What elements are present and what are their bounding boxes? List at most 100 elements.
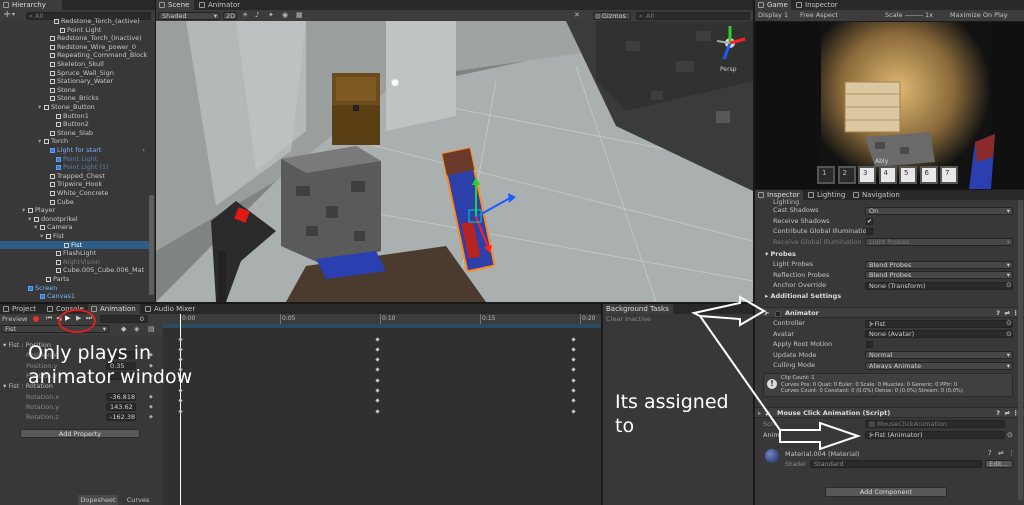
hierarchy-item[interactable]: Parts — [0, 275, 149, 284]
tab-project[interactable]: Project — [0, 304, 42, 314]
tab-scene[interactable]: Scene — [156, 0, 194, 10]
hidden-objects-icon[interactable]: ◉ — [282, 11, 288, 19]
keyframe[interactable] — [570, 347, 576, 352]
display-dropdown[interactable]: Display 1 — [758, 11, 788, 19]
property-object-field[interactable]: None (Avatar) — [865, 330, 1013, 338]
object-picker-icon[interactable]: ⊙ — [1006, 281, 1012, 289]
keyframe[interactable] — [374, 347, 380, 352]
timeline-ruler[interactable]: 0:00 0:05 0:10 0:15 0:20 — [163, 314, 601, 324]
property-object-field[interactable]: None (Transform) — [865, 281, 1013, 290]
object-picker-icon[interactable]: ⊙ — [1006, 330, 1012, 338]
keyframe[interactable] — [374, 336, 380, 342]
script-enable-checkbox[interactable]: ✔ — [765, 409, 770, 420]
object-picker-icon[interactable]: ⊙ — [1006, 319, 1012, 327]
hierarchy-item[interactable]: ▾ Stone_Button — [0, 103, 149, 112]
property-dropdown[interactable]: Normal ▾ — [865, 351, 1013, 359]
shading-dropdown[interactable]: Shaded ▾ — [158, 11, 220, 20]
hierarchy-item[interactable]: Trapped_Chest — [0, 172, 149, 181]
animated-property-value[interactable]: -162.38 — [106, 413, 136, 422]
bottom-tab-curves[interactable]: Curves — [120, 495, 156, 505]
hierarchy-item[interactable]: Button1 — [0, 112, 149, 121]
hierarchy-item[interactable]: NightVision — [0, 258, 149, 267]
edit-shader-button[interactable]: Edit... — [985, 460, 1013, 468]
tab-animator[interactable]: Animator — [196, 0, 244, 10]
add-component-button[interactable]: Add Component — [825, 487, 947, 497]
grid-icon[interactable]: ▦ — [296, 11, 303, 19]
keyframe[interactable] — [570, 357, 576, 362]
hierarchy-item[interactable]: Point Light — [0, 155, 149, 164]
scale-slider[interactable] — [905, 15, 923, 16]
scene-search-input[interactable]: ⌕ All — [636, 11, 750, 20]
hierarchy-item[interactable]: Redstone_Wire_power_0 — [0, 43, 149, 52]
animated-property[interactable]: Rotation.z -162.38 ◆ — [0, 412, 163, 422]
property-object-field[interactable]: ⊱Fist — [865, 319, 1013, 328]
hierarchy-item[interactable]: Stone_Bricks — [0, 94, 149, 103]
hierarchy-item[interactable]: Point Light (1) — [0, 163, 149, 172]
hierarchy-item[interactable]: Button2 — [0, 120, 149, 129]
more-options-icon[interactable]: ⋮ — [1008, 449, 1015, 457]
timeline[interactable]: 0:00 0:05 0:10 0:15 0:20 — [163, 314, 601, 505]
help-icon[interactable]: ? — [988, 449, 992, 457]
hierarchy-item[interactable]: Redstone_Torch_(active) — [0, 17, 149, 26]
audio-icon[interactable]: ♪ — [255, 11, 259, 19]
hierarchy-item[interactable]: Screen — [0, 284, 149, 293]
keyframe[interactable] — [570, 388, 576, 393]
property-dropdown[interactable]: Blend Probes ▾ — [865, 260, 1013, 269]
maximize-on-play-toggle[interactable]: Maximize On Play — [950, 11, 1008, 19]
hierarchy-item[interactable]: ▾ Fist — [0, 232, 149, 241]
keyframe[interactable] — [570, 408, 576, 414]
hierarchy-item[interactable]: Canvas1 — [0, 292, 149, 301]
keyframe-toggle-icon[interactable]: ◆ — [149, 402, 153, 412]
tab-lighting[interactable]: Lighting — [805, 190, 847, 200]
tab-game[interactable]: Game — [755, 0, 791, 10]
tab-inspector-top[interactable]: Inspector — [793, 0, 841, 10]
keyframe[interactable] — [374, 378, 380, 383]
property-checkbox[interactable] — [866, 228, 873, 235]
tab-animation[interactable]: Animation — [88, 304, 140, 314]
animated-property-value[interactable]: -36.818 — [106, 392, 136, 401]
aspect-dropdown[interactable]: Free Aspect — [800, 11, 838, 19]
filter-icon[interactable]: ▤ — [148, 325, 155, 333]
anim-field[interactable]: ⊱Fist (Animator) — [865, 431, 1005, 439]
probes-section-header[interactable]: ▾ Probes — [765, 250, 796, 259]
keyframe[interactable] — [374, 357, 380, 362]
keyframe[interactable] — [177, 408, 183, 414]
hierarchy-item[interactable]: Fist — [0, 240, 149, 250]
script-component-header[interactable]: ✔ ▸ Mouse Click Animation (Script) ? ⇌ ⋮ — [755, 407, 1024, 418]
mode-2d-toggle[interactable]: 2D — [223, 11, 237, 20]
keyframe-toggle-icon[interactable]: ◆ — [149, 392, 153, 402]
frame-field[interactable]: 0 — [100, 315, 148, 323]
presets-icon[interactable]: ⇌ — [1005, 408, 1010, 419]
help-icon[interactable]: ? — [996, 408, 1000, 419]
keyframe[interactable] — [374, 408, 380, 414]
bottom-tab-dopesheet[interactable]: Dopesheet — [78, 495, 118, 505]
hierarchy-item[interactable]: Spruce_Wall_Sign — [0, 69, 149, 78]
tools-icon[interactable]: ✕ — [574, 11, 580, 19]
keyframe[interactable] — [374, 388, 380, 393]
hierarchy-item[interactable]: Skeleton_Skull — [0, 60, 149, 69]
hierarchy-item[interactable]: ▾ Torch — [0, 137, 149, 146]
property-checkbox[interactable]: ✔ — [866, 217, 873, 225]
keyframe[interactable] — [374, 367, 380, 373]
hierarchy-item[interactable]: Redstone_Torch_(inactive) — [0, 34, 149, 43]
record-button[interactable] — [33, 316, 39, 322]
keyframe[interactable] — [570, 378, 576, 383]
keyframe-toggle-icon[interactable]: ◆ — [149, 412, 153, 422]
inspector-scrollbar[interactable] — [1018, 200, 1023, 500]
tab-audio-mixer[interactable]: Audio Mixer — [142, 304, 200, 314]
property-dropdown[interactable]: On ▾ — [865, 206, 1013, 215]
effects-icon[interactable]: ✦ — [268, 11, 274, 19]
presets-icon[interactable]: ⇌ — [998, 449, 1004, 457]
hierarchy-item[interactable]: ▾ Camera — [0, 223, 149, 232]
clear-inactive-button[interactable]: Clear Inactive — [606, 315, 651, 323]
lighting-icon[interactable]: ☀ — [242, 11, 248, 19]
hierarchy-item[interactable]: Light for start › — [0, 146, 149, 155]
hierarchy-item[interactable]: Repeating_Command_Block — [0, 51, 149, 60]
hierarchy-item[interactable]: Stone — [0, 86, 149, 95]
animated-property[interactable]: Rotation.x -36.818 ◆ — [0, 392, 163, 402]
keyframe[interactable] — [570, 398, 576, 403]
object-picker-icon[interactable]: ⊙ — [1007, 431, 1013, 439]
keyframe[interactable] — [374, 398, 380, 403]
hierarchy-item[interactable]: Tripwire_Hook — [0, 180, 149, 189]
hierarchy-item[interactable]: ▾ donotprikel — [0, 215, 149, 224]
